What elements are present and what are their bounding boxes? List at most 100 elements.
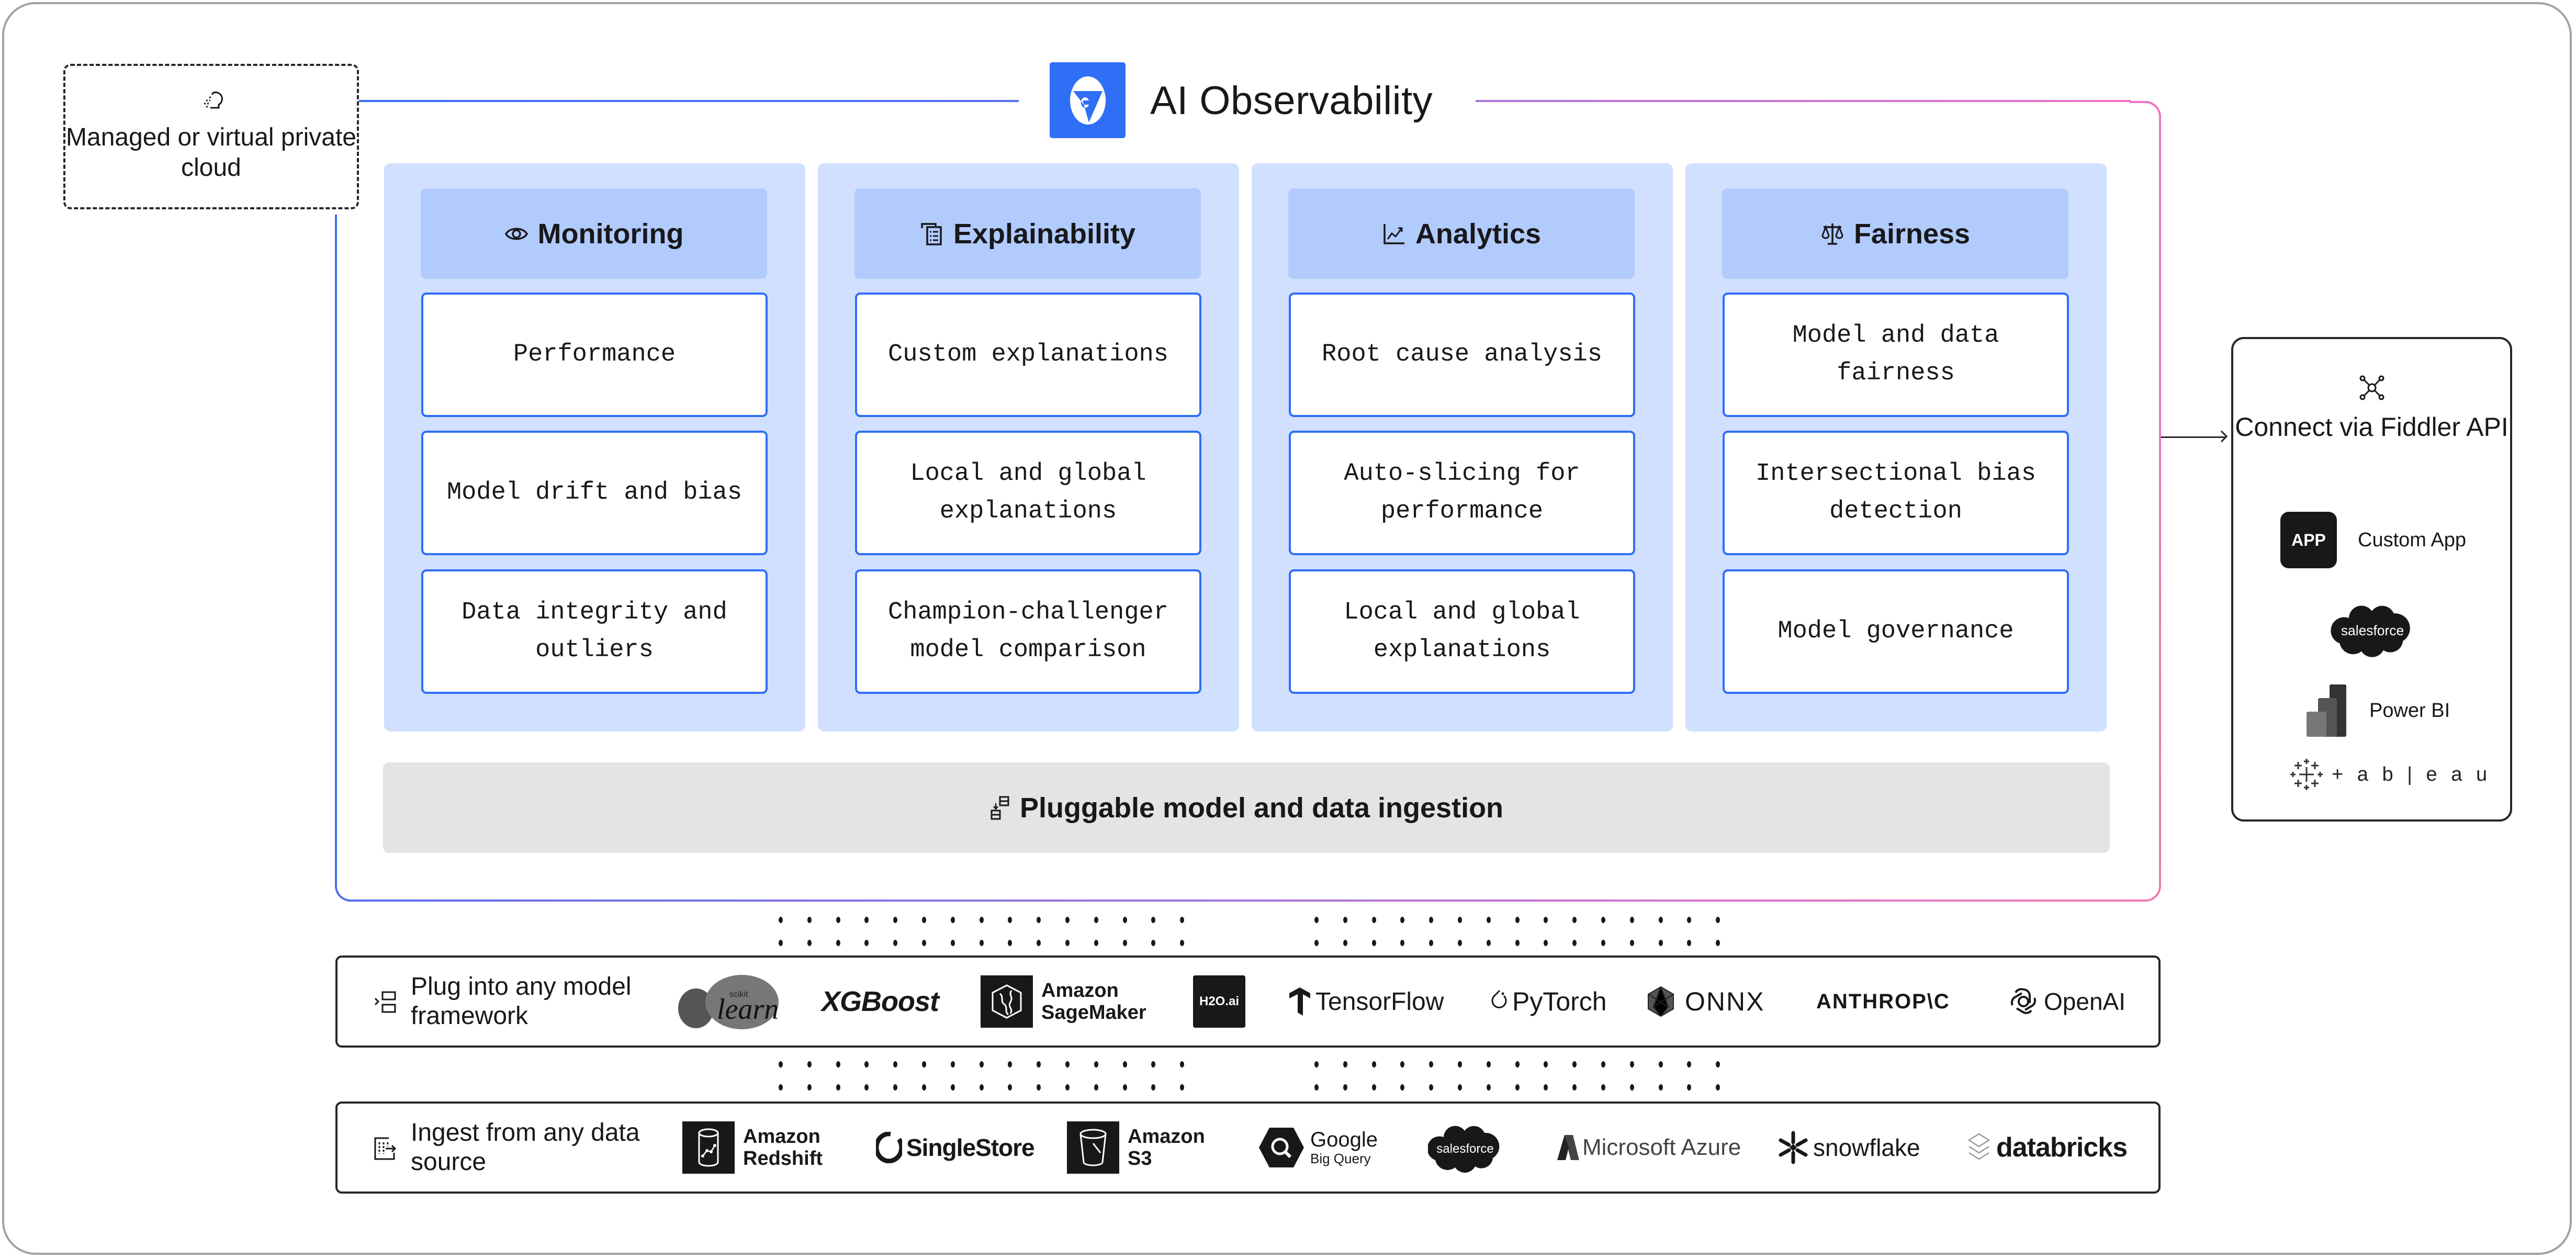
logo-amazon-s3: Amazon S3 — [1067, 1104, 1205, 1191]
connector-dot — [1094, 1061, 1098, 1067]
feature-card: Champion-challenger model comparison — [855, 569, 1201, 694]
connector-dot — [836, 940, 840, 946]
connector-dot — [1094, 1084, 1098, 1091]
api-item-label: Power BI — [2369, 699, 2450, 722]
connector-dot — [922, 1061, 926, 1067]
ingestion-label: Pluggable model and data ingestion — [1019, 792, 1504, 824]
connector-dot — [950, 1084, 955, 1091]
connector-dot — [1601, 1061, 1605, 1067]
fiddler-logo-icon — [1050, 62, 1126, 138]
framework-label: Plug into any model framework — [411, 973, 632, 1030]
connector-dot — [1515, 940, 1520, 946]
column-header: Fairness — [1722, 188, 2068, 279]
feature-card: Model governance — [1723, 569, 2069, 694]
connector-dot — [1371, 1084, 1376, 1091]
logo-openai: OpenAI — [2008, 958, 2125, 1046]
connector-dot — [1094, 940, 1098, 946]
column-title: Analytics — [1415, 218, 1542, 250]
connector-dot — [807, 1061, 812, 1067]
ingest-icon — [374, 1137, 397, 1160]
api-item-salesforce: salesforce — [2330, 601, 2415, 658]
tableau-icon — [2290, 759, 2323, 790]
api-panel: Connect via Fiddler API APP Custom App s… — [2231, 337, 2512, 822]
connector-dot — [1458, 917, 1462, 923]
logo-databricks: databricks — [1967, 1104, 2128, 1191]
singlestore-icon — [876, 1132, 902, 1163]
onnx-icon — [1648, 986, 1674, 1017]
frame-corner — [2130, 101, 2161, 132]
feature-card: Model and data fairness — [1723, 293, 2069, 417]
feature-card: Local and global explanations — [1289, 569, 1635, 694]
connector-dot — [950, 1061, 955, 1067]
connector-dot — [922, 940, 926, 946]
connector-dot — [1486, 940, 1491, 946]
logo-snowflake: snowflake — [1776, 1104, 1920, 1191]
column-header: Explainability — [854, 188, 1201, 279]
connector-dot — [1486, 1061, 1491, 1067]
cloud-icon — [204, 91, 223, 109]
connector-dot — [1601, 1084, 1605, 1091]
logo-xgboost: XGBoost — [822, 986, 939, 1017]
connector-dot — [979, 1061, 984, 1067]
feature-card: Data integrity and outliers — [421, 569, 768, 694]
connector-dot — [1658, 940, 1663, 946]
api-item-custom-app: APP Custom App — [2280, 512, 2466, 568]
api-connector-arrow — [2161, 436, 2225, 438]
connector-dot — [979, 1084, 984, 1091]
connector-dot — [1486, 917, 1491, 923]
page-title: AI Observability — [1150, 78, 1433, 123]
connector-dot — [1343, 917, 1347, 923]
connector-dot — [1314, 917, 1319, 923]
connector-dot — [779, 1084, 783, 1091]
ingestion-bar: Pluggable model and data ingestion — [383, 762, 2110, 853]
frame-corner — [335, 870, 366, 902]
feature-card: Custom explanations — [855, 293, 1201, 417]
connector-dot — [950, 917, 955, 923]
connector-dot — [1122, 940, 1127, 946]
svg-text:salesforce: salesforce — [1436, 1142, 1493, 1156]
logo-singlestore: SingleStore — [876, 1104, 1035, 1191]
frame-right-line — [2159, 131, 2161, 871]
s3-bucket-icon — [1067, 1121, 1119, 1174]
column-fairness: Fairness Model and data fairness Interse… — [1685, 163, 2107, 732]
connector-dot — [1065, 1084, 1070, 1091]
logo-amazon-redshift: Amazon Redshift — [682, 1104, 823, 1191]
connector-dot — [779, 1061, 783, 1067]
connector-dot — [1629, 940, 1634, 946]
column-header: Monitoring — [421, 188, 767, 279]
connector-dot — [1629, 917, 1634, 923]
feature-card: Auto-slicing for performance — [1289, 431, 1635, 555]
connector-dot — [1314, 940, 1319, 946]
feature-card: Root cause analysis — [1289, 293, 1635, 417]
connector-dot — [1486, 1084, 1491, 1091]
connector-dot — [1122, 1061, 1127, 1067]
connector-dot — [1094, 917, 1098, 923]
data-transfer-icon — [991, 796, 1009, 819]
app-badge: APP — [2280, 512, 2337, 568]
connector-dot — [1658, 1084, 1663, 1091]
connector-dot — [779, 940, 783, 946]
logo-scikit-learn: scikit learn — [675, 958, 780, 1046]
connector-dot — [1371, 1061, 1376, 1067]
connector-dot — [1629, 1084, 1634, 1091]
cloud-label: Managed or virtual private cloud — [66, 123, 356, 182]
data-source-row: Ingest from any data source Amazon Redshi… — [335, 1101, 2161, 1194]
connector-dot — [807, 1084, 812, 1091]
openai-icon — [2010, 988, 2037, 1014]
connector-dot — [1371, 940, 1376, 946]
plug-icon — [374, 991, 396, 1013]
connector-dot — [1458, 1061, 1462, 1067]
connector-dot — [807, 940, 812, 946]
connector-dot — [979, 917, 984, 923]
source-label: Ingest from any data source — [411, 1119, 640, 1176]
frame-bottom-line — [365, 900, 2131, 902]
connector-dot — [1515, 1084, 1520, 1091]
logo-tensorflow: TensorFlow — [1288, 958, 1444, 1046]
connector-dot — [1658, 1061, 1663, 1067]
connector-dot — [922, 917, 926, 923]
connector-dot — [1629, 1061, 1634, 1067]
sagemaker-icon — [981, 975, 1033, 1028]
databricks-icon — [1967, 1133, 1990, 1160]
connector-dot — [1601, 917, 1605, 923]
connector-dot — [1065, 917, 1070, 923]
